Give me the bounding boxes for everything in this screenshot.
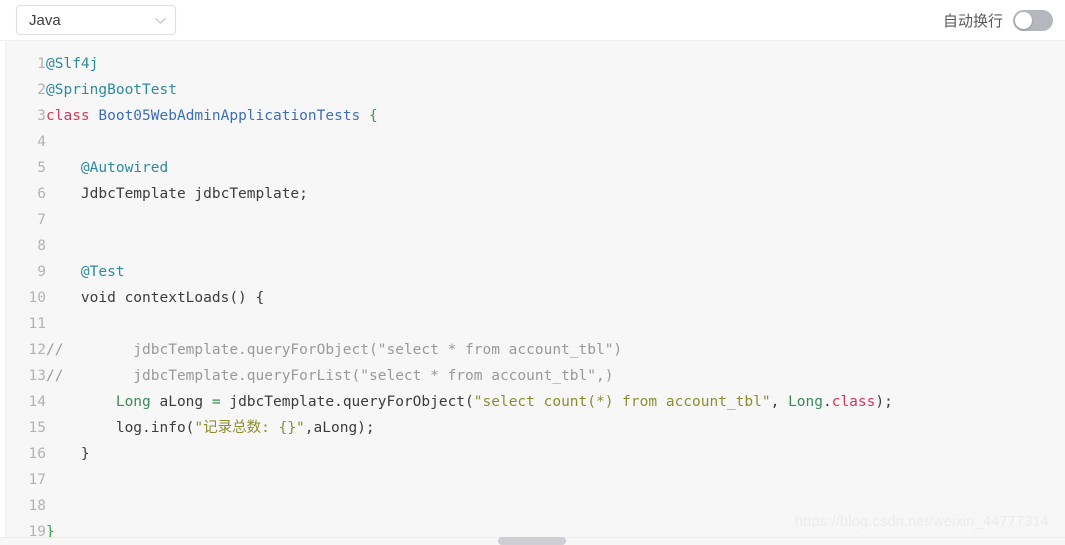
code-line: 15 log.info("记录总数: {}",aLong); [0, 415, 893, 441]
code-line-content [46, 311, 893, 337]
editor-toolbar: Java 自动换行 [0, 0, 1065, 40]
line-number: 11 [28, 316, 46, 332]
line-number: 3 [37, 108, 46, 124]
code-line-content [46, 493, 893, 519]
token-annotation: @SpringBootTest [46, 82, 177, 98]
code-viewer-app: Java 自动换行 1 @Slf4j 2 @SpringBootTest 3 class … [0, 0, 1065, 545]
token-string: "记录总数: {}" [194, 420, 305, 436]
code-line-content: JdbcTemplate jdbcTemplate; [46, 181, 893, 207]
line-number: 14 [28, 394, 46, 410]
word-wrap-control: 自动换行 [942, 9, 1053, 31]
code-line-content: @Slf4j [46, 51, 893, 77]
token-annotation: @Slf4j [46, 56, 99, 72]
line-number: 9 [37, 264, 46, 280]
code-line-content [46, 233, 893, 259]
line-number: 17 [28, 472, 46, 488]
token-comment: // jdbcTemplate.queryForObject("select *… [46, 342, 623, 358]
line-number: 7 [37, 212, 46, 228]
line-number: 15 [28, 420, 46, 436]
token-class: Boot05WebAdminApplicationTests [98, 108, 361, 124]
toggle-knob [1015, 11, 1032, 29]
code-line-content: class Boot05WebAdminApplicationTests { [46, 103, 893, 129]
token-keyword: class [831, 394, 876, 410]
code-scroll-area[interactable]: 1 @Slf4j 2 @SpringBootTest 3 class Boot05WebA… [0, 41, 1065, 545]
token-operator: = [211, 394, 221, 410]
language-select-value: Java [29, 11, 61, 29]
code-line: 2 @SpringBootTest [0, 77, 893, 103]
code-line: 14 Long aLong = jdbcTemplate.queryForObj… [0, 389, 893, 415]
code-line-content: } [46, 441, 893, 467]
code-line: 8 [0, 233, 893, 259]
token-brace: { [369, 108, 378, 124]
code-line: 10 void contextLoads() { [0, 285, 893, 311]
word-wrap-toggle[interactable] [1013, 9, 1053, 31]
code-line-content: void contextLoads() { [46, 285, 893, 311]
code-line-content: // jdbcTemplate.queryForList("select * f… [46, 363, 893, 389]
token-annotation: @Test [80, 264, 125, 280]
code-line-content: @Test [46, 259, 893, 285]
code-line: 5 @Autowired [0, 155, 893, 181]
code-line: 17 [0, 467, 893, 493]
code-line-content [46, 207, 893, 233]
token-comment: // jdbcTemplate.queryForList("select * f… [46, 368, 614, 384]
token-plain: . [822, 394, 832, 410]
code-line: 6 JdbcTemplate jdbcTemplate; [0, 181, 893, 207]
line-number: 2 [37, 82, 46, 98]
code-line-content [46, 467, 893, 493]
code-line: 3 class Boot05WebAdminApplicationTests { [0, 103, 893, 129]
line-number: 18 [28, 498, 46, 514]
horizontal-scrollbar-thumb[interactable] [498, 537, 566, 545]
token-plain: void contextLoads() { [46, 290, 265, 306]
code-line: 9 @Test [0, 259, 893, 285]
code-panel: 1 @Slf4j 2 @SpringBootTest 3 class Boot05WebA… [0, 40, 1065, 545]
token-plain: } [46, 446, 90, 462]
code-line: 16 } [0, 441, 893, 467]
code-line-content: // jdbcTemplate.queryForObject("select *… [46, 337, 893, 363]
token-plain: log.info( [46, 420, 195, 436]
token-plain: JdbcTemplate jdbcTemplate; [46, 186, 308, 202]
code-line: 11 [0, 311, 893, 337]
token-plain: jdbcTemplate.queryForObject( [220, 394, 474, 410]
code-line: 13// jdbcTemplate.queryForList("select *… [0, 363, 893, 389]
word-wrap-label: 自动换行 [942, 12, 1003, 30]
token-annotation: @Autowired [80, 160, 169, 176]
horizontal-scrollbar-track[interactable] [0, 537, 1065, 545]
code-line-content: Long aLong = jdbcTemplate.queryForObject… [46, 389, 893, 415]
line-number: 8 [37, 238, 46, 254]
token-type: Long [115, 394, 151, 410]
line-number: 5 [37, 160, 46, 176]
code-line: 1 @Slf4j [0, 51, 893, 77]
chevron-down-icon [154, 14, 167, 27]
line-number: 16 [28, 446, 46, 462]
line-number: 1 [37, 56, 46, 72]
code-line-content: @SpringBootTest [46, 77, 893, 103]
line-number: 4 [37, 134, 46, 150]
token-plain: ); [875, 394, 893, 410]
token-plain: aLong [150, 394, 212, 410]
language-select[interactable]: Java [16, 5, 176, 35]
token-keyword: class [46, 108, 90, 124]
line-number: 12 [28, 342, 46, 358]
token-plain: , [770, 394, 789, 410]
code-line: 12// jdbcTemplate.queryForObject("select… [0, 337, 893, 363]
code-line-content: log.info("记录总数: {}",aLong); [46, 415, 893, 441]
token-type: Long [788, 394, 823, 410]
token-string: "select count(*) from account_tbl" [473, 394, 771, 410]
code-line-content: @Autowired [46, 155, 893, 181]
line-number: 13 [28, 368, 46, 384]
code-table: 1 @Slf4j 2 @SpringBootTest 3 class Boot05WebA… [0, 51, 893, 545]
line-number: 10 [28, 290, 46, 306]
code-line: 4 [0, 129, 893, 155]
code-line: 7 [0, 207, 893, 233]
code-line-content [46, 129, 893, 155]
code-line: 18 [0, 493, 893, 519]
token-plain: ,aLong); [304, 420, 375, 436]
line-number: 6 [37, 186, 46, 202]
